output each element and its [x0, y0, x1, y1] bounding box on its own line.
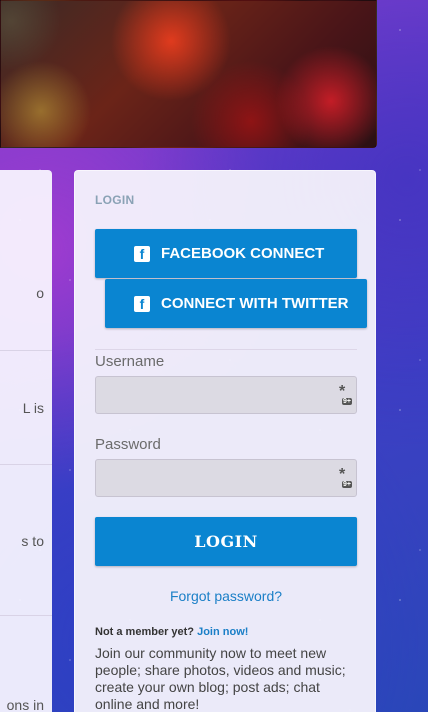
hero-image [0, 0, 377, 148]
username-field[interactable]: * 9+ [95, 376, 357, 414]
login-card: LOGIN f FACEBOOK CONNECT f CONNECT WITH … [74, 170, 376, 712]
facebook-connect-label: FACEBOOK CONNECT [161, 245, 325, 262]
left-panel: o L is s to ons in [0, 170, 52, 712]
facebook-connect-button[interactable]: f FACEBOOK CONNECT [95, 229, 357, 278]
facebook-icon: f [134, 295, 150, 312]
join-now-link[interactable]: Join now! [197, 626, 248, 638]
twitter-connect-label: CONNECT WITH TWITTER [161, 295, 349, 312]
password-manager-badge: 9+ [342, 481, 352, 488]
left-panel-divider [0, 350, 52, 351]
password-manager-icon[interactable]: * 9+ [338, 466, 354, 488]
login-button[interactable]: LOGIN [95, 517, 357, 566]
username-label: Username [95, 353, 165, 370]
forgot-password-link[interactable]: Forgot password? [75, 588, 377, 604]
password-manager-icon[interactable]: * 9+ [338, 383, 354, 405]
password-label: Password [95, 436, 161, 453]
password-manager-badge: 9+ [342, 398, 352, 405]
left-panel-divider [0, 615, 52, 616]
login-title: LOGIN [95, 193, 135, 207]
facebook-icon: f [134, 245, 150, 262]
left-panel-text-1: o [36, 285, 44, 301]
twitter-connect-button[interactable]: f CONNECT WITH TWITTER [105, 279, 367, 328]
username-input[interactable] [96, 377, 356, 413]
password-input[interactable] [96, 460, 356, 496]
not-member-label: Not a member yet? [95, 626, 195, 638]
join-blurb: Join our community now to meet new peopl… [95, 645, 346, 712]
not-member-text: Not a member yet? Join now! [95, 626, 248, 638]
left-panel-text-3: s to [21, 533, 44, 549]
left-panel-text-4: ons in [6, 697, 44, 712]
left-panel-text-2: L is [22, 400, 44, 416]
password-field[interactable]: * 9+ [95, 459, 357, 497]
divider [95, 349, 357, 350]
left-panel-divider [0, 464, 52, 465]
